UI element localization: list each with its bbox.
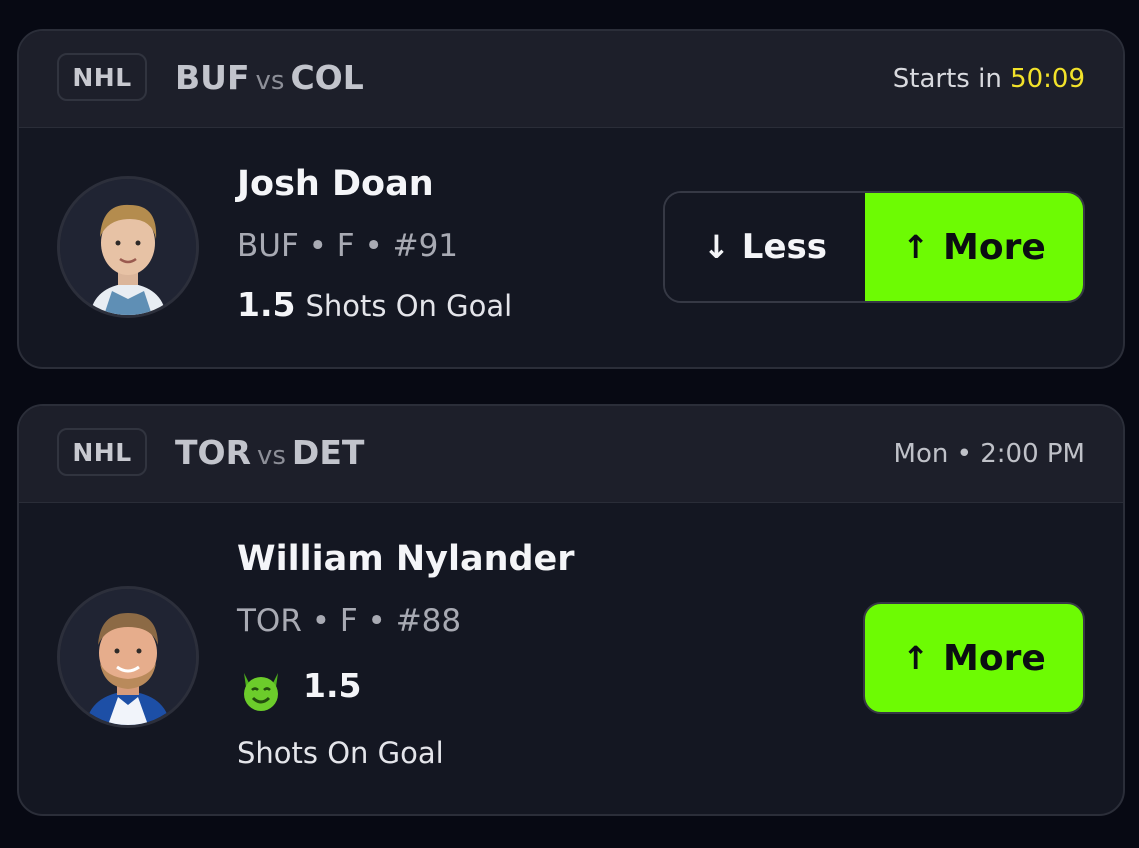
stat-type: Shots On Goal [305, 289, 513, 323]
player-name: William Nylander [237, 539, 575, 579]
player-avatar [57, 586, 199, 728]
more-label: More [943, 226, 1046, 268]
projection-line: 1.5 [237, 666, 361, 719]
projection-line: 1.5 Shots On Goal [237, 285, 512, 324]
team-away: TOR [175, 433, 251, 472]
stat-type: Shots On Goal [237, 736, 444, 770]
matchup: BUF vs COL [175, 55, 364, 104]
demon-emoji-icon [237, 667, 285, 719]
more-button[interactable]: ↑ More [863, 602, 1085, 714]
vs-label: vs [255, 66, 285, 96]
player-avatar [57, 176, 199, 318]
arrow-up-icon: ↑ [902, 639, 930, 677]
player-photo [60, 179, 196, 315]
countdown-timer: 50:09 [1010, 64, 1085, 94]
card-header: NHL BUF vs COL Starts in 50:09 [19, 31, 1123, 128]
team-home: COL [290, 58, 364, 97]
league-badge: NHL [57, 53, 147, 101]
vs-label: vs [256, 441, 286, 471]
start-info: Starts in 50:09 [893, 61, 1085, 97]
player-name: Josh Doan [237, 164, 434, 204]
arrow-up-icon: ↑ [902, 228, 930, 266]
player-meta: BUF • F • #91 [237, 228, 459, 264]
arrow-down-icon: ↓ [702, 228, 730, 266]
matchup: TOR vs DET [175, 430, 364, 479]
league-badge: NHL [57, 428, 147, 476]
more-label: More [943, 637, 1046, 679]
player-photo [60, 589, 196, 725]
pick-buttons: ↓ Less ↑ More [663, 191, 1085, 303]
card-header: NHL TOR vs DET Mon • 2:00 PM [19, 406, 1123, 503]
team-away: BUF [175, 58, 250, 97]
start-prefix: Starts in [892, 64, 1002, 94]
start-time: Mon • 2:00 PM [893, 439, 1085, 469]
line-value: 1.5 [237, 285, 296, 324]
less-label: Less [741, 227, 827, 267]
more-button[interactable]: ↑ More [865, 193, 1083, 301]
line-value: 1.5 [303, 666, 362, 705]
projection-card: NHL TOR vs DET Mon • 2:00 PM William Nylan… [17, 404, 1125, 816]
team-home: DET [291, 433, 365, 472]
less-button[interactable]: ↓ Less [665, 193, 865, 301]
stat-type-row: Shots On Goal [237, 736, 444, 770]
projection-card: NHL BUF vs COL Starts in 50:09 Josh Doan B… [17, 29, 1125, 369]
player-meta: TOR • F • #88 [237, 603, 462, 639]
